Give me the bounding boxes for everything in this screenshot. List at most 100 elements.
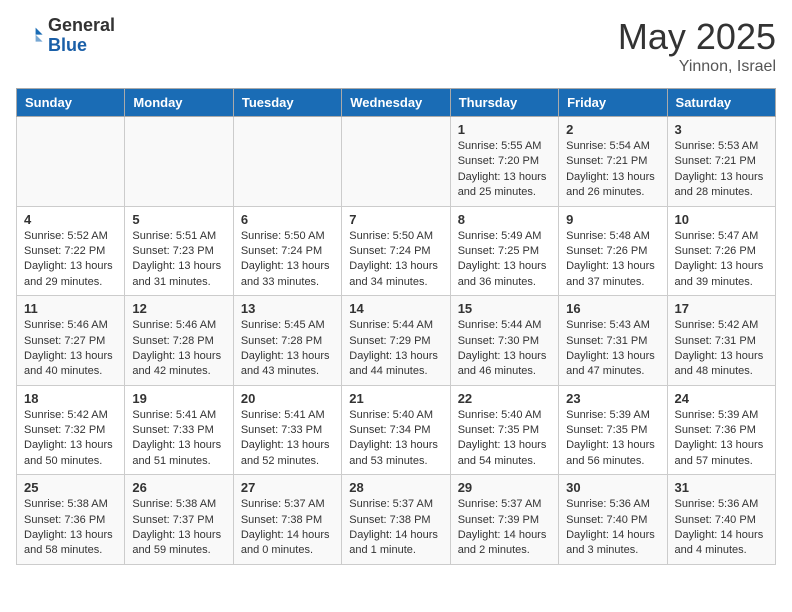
cell-info-line: Daylight: 13 hours bbox=[132, 349, 225, 364]
calendar-cell: 5Sunrise: 5:51 AMSunset: 7:23 PMDaylight… bbox=[125, 206, 233, 296]
cell-info-line: Sunset: 7:26 PM bbox=[675, 244, 768, 259]
cell-info-line: and 1 minute. bbox=[349, 543, 442, 558]
cell-date-number: 12 bbox=[132, 301, 225, 316]
cell-info-line: Daylight: 14 hours bbox=[566, 528, 659, 543]
cell-date-number: 9 bbox=[566, 212, 659, 227]
cell-date-number: 14 bbox=[349, 301, 442, 316]
cell-info-line: Sunset: 7:38 PM bbox=[241, 513, 334, 528]
cell-info-line: Daylight: 13 hours bbox=[566, 259, 659, 274]
cell-info-line: Daylight: 13 hours bbox=[132, 438, 225, 453]
cell-info-line: Sunset: 7:21 PM bbox=[675, 154, 768, 169]
cell-date-number: 27 bbox=[241, 480, 334, 495]
page-header: General Blue May 2025 Yinnon, Israel bbox=[16, 16, 776, 76]
cell-info-line: and 46 minutes. bbox=[458, 364, 551, 379]
calendar-cell bbox=[233, 117, 341, 207]
calendar-cell: 8Sunrise: 5:49 AMSunset: 7:25 PMDaylight… bbox=[450, 206, 558, 296]
cell-info-line: Sunset: 7:26 PM bbox=[566, 244, 659, 259]
cell-info-line: Sunset: 7:29 PM bbox=[349, 334, 442, 349]
logo-general-text: General bbox=[48, 16, 115, 36]
cell-info-line: Sunset: 7:38 PM bbox=[349, 513, 442, 528]
cell-info-line: and 26 minutes. bbox=[566, 185, 659, 200]
cell-date-number: 22 bbox=[458, 391, 551, 406]
calendar-cell: 21Sunrise: 5:40 AMSunset: 7:34 PMDayligh… bbox=[342, 385, 450, 475]
cell-info-line: Daylight: 13 hours bbox=[349, 259, 442, 274]
cell-info-line: Sunrise: 5:46 AM bbox=[132, 318, 225, 333]
cell-date-number: 1 bbox=[458, 122, 551, 137]
cell-info-line: and 37 minutes. bbox=[566, 275, 659, 290]
calendar-cell: 26Sunrise: 5:38 AMSunset: 7:37 PMDayligh… bbox=[125, 475, 233, 565]
cell-info-line: Sunrise: 5:42 AM bbox=[675, 318, 768, 333]
header-day-friday: Friday bbox=[559, 89, 667, 117]
cell-date-number: 11 bbox=[24, 301, 117, 316]
cell-info-line: Sunrise: 5:37 AM bbox=[349, 497, 442, 512]
cell-date-number: 13 bbox=[241, 301, 334, 316]
header-day-monday: Monday bbox=[125, 89, 233, 117]
cell-date-number: 20 bbox=[241, 391, 334, 406]
week-row-1: 1Sunrise: 5:55 AMSunset: 7:20 PMDaylight… bbox=[17, 117, 776, 207]
cell-info-line: Sunrise: 5:37 AM bbox=[241, 497, 334, 512]
cell-info-line: Sunrise: 5:42 AM bbox=[24, 408, 117, 423]
calendar-cell: 23Sunrise: 5:39 AMSunset: 7:35 PMDayligh… bbox=[559, 385, 667, 475]
logo-icon bbox=[16, 22, 44, 50]
calendar-table: SundayMondayTuesdayWednesdayThursdayFrid… bbox=[16, 88, 776, 565]
cell-info-line: Sunrise: 5:51 AM bbox=[132, 229, 225, 244]
cell-info-line: Sunrise: 5:52 AM bbox=[24, 229, 117, 244]
cell-info-line: and 48 minutes. bbox=[675, 364, 768, 379]
cell-info-line: and 4 minutes. bbox=[675, 543, 768, 558]
calendar-header: SundayMondayTuesdayWednesdayThursdayFrid… bbox=[17, 89, 776, 117]
cell-info-line: Sunset: 7:36 PM bbox=[24, 513, 117, 528]
cell-info-line: Daylight: 13 hours bbox=[566, 170, 659, 185]
cell-info-line: Daylight: 14 hours bbox=[675, 528, 768, 543]
cell-info-line: Daylight: 13 hours bbox=[24, 438, 117, 453]
cell-date-number: 29 bbox=[458, 480, 551, 495]
calendar-cell bbox=[125, 117, 233, 207]
cell-info-line: Sunrise: 5:50 AM bbox=[349, 229, 442, 244]
cell-info-line: Daylight: 14 hours bbox=[349, 528, 442, 543]
calendar-body: 1Sunrise: 5:55 AMSunset: 7:20 PMDaylight… bbox=[17, 117, 776, 565]
cell-info-line: Daylight: 14 hours bbox=[458, 528, 551, 543]
cell-info-line: and 28 minutes. bbox=[675, 185, 768, 200]
cell-info-line: Sunset: 7:22 PM bbox=[24, 244, 117, 259]
logo: General Blue bbox=[16, 16, 115, 56]
calendar-cell: 30Sunrise: 5:36 AMSunset: 7:40 PMDayligh… bbox=[559, 475, 667, 565]
calendar-cell: 7Sunrise: 5:50 AMSunset: 7:24 PMDaylight… bbox=[342, 206, 450, 296]
cell-info-line: and 29 minutes. bbox=[24, 275, 117, 290]
title-block: May 2025 Yinnon, Israel bbox=[618, 16, 776, 76]
cell-info-line: and 3 minutes. bbox=[566, 543, 659, 558]
cell-info-line: and 44 minutes. bbox=[349, 364, 442, 379]
cell-info-line: Daylight: 14 hours bbox=[241, 528, 334, 543]
cell-date-number: 19 bbox=[132, 391, 225, 406]
location-subtitle: Yinnon, Israel bbox=[618, 58, 776, 76]
cell-info-line: Daylight: 13 hours bbox=[24, 528, 117, 543]
calendar-cell bbox=[17, 117, 125, 207]
cell-info-line: Daylight: 13 hours bbox=[675, 170, 768, 185]
cell-info-line: Sunrise: 5:48 AM bbox=[566, 229, 659, 244]
cell-info-line: and 31 minutes. bbox=[132, 275, 225, 290]
cell-date-number: 18 bbox=[24, 391, 117, 406]
cell-info-line: Daylight: 13 hours bbox=[241, 259, 334, 274]
cell-info-line: Sunrise: 5:55 AM bbox=[458, 139, 551, 154]
cell-info-line: Sunset: 7:33 PM bbox=[241, 423, 334, 438]
cell-info-line: and 52 minutes. bbox=[241, 454, 334, 469]
cell-info-line: and 53 minutes. bbox=[349, 454, 442, 469]
cell-info-line: Sunrise: 5:38 AM bbox=[24, 497, 117, 512]
week-row-4: 18Sunrise: 5:42 AMSunset: 7:32 PMDayligh… bbox=[17, 385, 776, 475]
cell-date-number: 10 bbox=[675, 212, 768, 227]
cell-info-line: Sunrise: 5:43 AM bbox=[566, 318, 659, 333]
cell-info-line: Sunset: 7:27 PM bbox=[24, 334, 117, 349]
header-day-thursday: Thursday bbox=[450, 89, 558, 117]
cell-info-line: Sunrise: 5:44 AM bbox=[458, 318, 551, 333]
cell-info-line: Sunset: 7:34 PM bbox=[349, 423, 442, 438]
week-row-5: 25Sunrise: 5:38 AMSunset: 7:36 PMDayligh… bbox=[17, 475, 776, 565]
cell-info-line: and 50 minutes. bbox=[24, 454, 117, 469]
cell-date-number: 17 bbox=[675, 301, 768, 316]
calendar-cell: 12Sunrise: 5:46 AMSunset: 7:28 PMDayligh… bbox=[125, 296, 233, 386]
cell-info-line: Sunrise: 5:50 AM bbox=[241, 229, 334, 244]
cell-info-line: Sunrise: 5:39 AM bbox=[566, 408, 659, 423]
cell-info-line: Daylight: 13 hours bbox=[675, 259, 768, 274]
cell-info-line: Sunset: 7:36 PM bbox=[675, 423, 768, 438]
cell-info-line: Sunrise: 5:53 AM bbox=[675, 139, 768, 154]
cell-info-line: and 39 minutes. bbox=[675, 275, 768, 290]
cell-info-line: and 0 minutes. bbox=[241, 543, 334, 558]
calendar-cell: 3Sunrise: 5:53 AMSunset: 7:21 PMDaylight… bbox=[667, 117, 775, 207]
